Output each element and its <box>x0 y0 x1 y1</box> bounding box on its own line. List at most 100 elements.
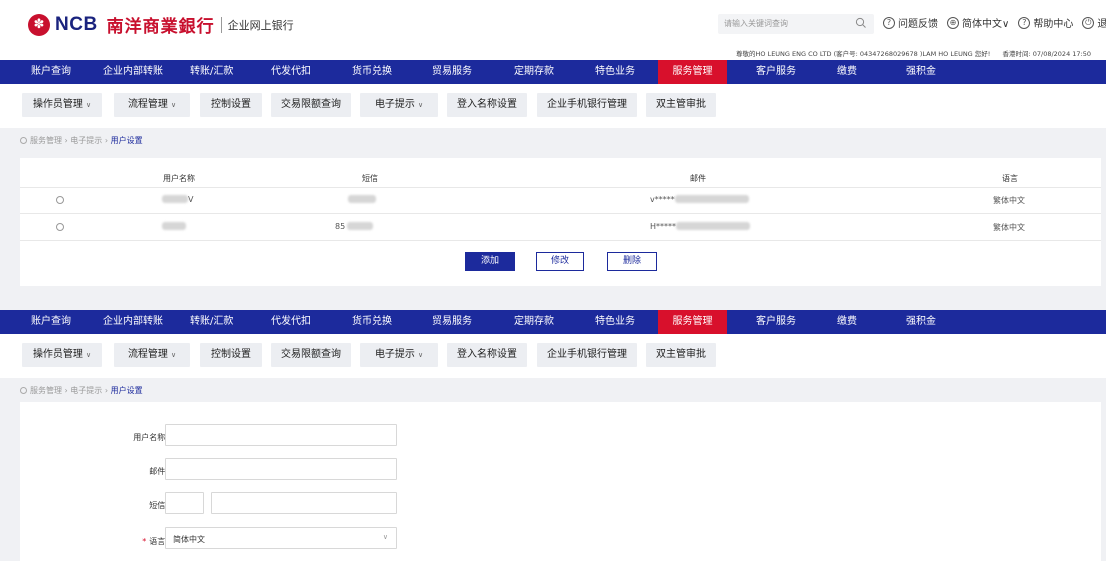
language-selected-value: 简体中文 <box>173 535 205 544</box>
col-header-language: 语言 <box>1002 174 1018 183</box>
subnav-limit-inquiry[interactable]: 交易限额查询 <box>271 343 351 367</box>
edit-button[interactable]: 修改 <box>536 252 584 271</box>
add-button[interactable]: 添加 <box>465 252 515 271</box>
nav-payment[interactable]: 缴费 <box>837 60 857 84</box>
breadcrumb: 服务管理 › 电子提示 › 用户设置 <box>20 135 143 146</box>
nav-account-inquiry[interactable]: 账户查询 <box>31 310 71 334</box>
nav-internal-transfer[interactable]: 企业内部转账 <box>103 310 163 334</box>
help-link[interactable]: ? 帮助中心 <box>1018 15 1073 30</box>
nav-fixed-deposit[interactable]: 定期存款 <box>514 60 554 84</box>
crumb-sep: › <box>64 386 68 395</box>
chevron-down-icon: ∨ <box>170 351 177 359</box>
user-table-panel: 用户名称 短信 邮件 语言 V v***** 繁体中文 85 H***** 繁体… <box>20 158 1101 286</box>
subnav-login-name[interactable]: 登入名称设置 <box>447 93 527 117</box>
cell-username <box>162 222 186 231</box>
crumb-alert[interactable]: 电子提示 <box>70 136 102 145</box>
logo-ncb-text: NCB <box>55 13 98 35</box>
sms-area-code-field[interactable] <box>165 492 204 514</box>
required-mark: * <box>142 537 147 546</box>
nav-payroll[interactable]: 代发代扣 <box>271 310 311 334</box>
cell-username: V <box>162 195 193 204</box>
search-icon[interactable] <box>855 17 867 29</box>
cell-username-text: V <box>188 195 194 204</box>
nav-mpf[interactable]: 强积金 <box>906 60 936 84</box>
subnav-label: 操作员管理 <box>32 349 83 360</box>
crumb-alert[interactable]: 电子提示 <box>70 386 102 395</box>
crumb-service[interactable]: 服务管理 <box>30 386 62 395</box>
crumb-service[interactable]: 服务管理 <box>30 136 62 145</box>
subnav-control-settings[interactable]: 控制设置 <box>200 93 262 117</box>
subnav-dual-approval[interactable]: 双主管审批 <box>646 343 716 367</box>
top-header: ✽ NCB 南洋商業銀行 企业网上银行 请输入关键词查询 ? 问题反馈 ⊕ 简体… <box>0 0 1106 60</box>
nav-fixed-deposit[interactable]: 定期存款 <box>514 310 554 334</box>
cell-language: 繁体中文 <box>993 223 1025 232</box>
nav-service-mgmt[interactable]: 服务管理 <box>658 310 727 334</box>
subnav-mobile-banking[interactable]: 企业手机银行管理 <box>537 343 637 367</box>
nav-payroll[interactable]: 代发代扣 <box>271 60 311 84</box>
crumb-current: 用户设置 <box>110 136 143 145</box>
chevron-down-icon: ∨ <box>85 101 92 109</box>
nav-service-mgmt[interactable]: 服务管理 <box>658 60 727 84</box>
subnav-operator-mgmt[interactable]: 操作员管理 ∨ <box>22 93 102 117</box>
subnav-e-alert[interactable]: 电子提示 ∨ <box>360 343 438 367</box>
nav-payment[interactable]: 缴费 <box>837 310 857 334</box>
cell-sms: 85 <box>335 222 374 231</box>
nav-transfer-remit[interactable]: 转账/汇款 <box>190 310 233 334</box>
col-header-sms: 短信 <box>362 174 378 183</box>
nav-fx[interactable]: 货币兑换 <box>352 310 392 334</box>
username-field[interactable] <box>165 424 397 446</box>
nav-fx[interactable]: 货币兑换 <box>352 60 392 84</box>
chevron-down-icon: ∨ <box>417 101 424 109</box>
subnav-label: 流程管理 <box>127 99 168 110</box>
language-select[interactable]: 简体中文 ∨ <box>165 527 397 549</box>
chevron-down-icon: ∨ <box>170 101 177 109</box>
row-radio[interactable] <box>56 196 64 204</box>
subnav-limit-inquiry[interactable]: 交易限额查询 <box>271 93 351 117</box>
nav-trade[interactable]: 贸易服务 <box>432 310 472 334</box>
sub-nav: 操作员管理 ∨ 流程管理 ∨ 控制设置 交易限额查询 电子提示 ∨ 登入名称设置 企业… <box>0 84 1106 128</box>
bank-logo[interactable]: ✽ NCB 南洋商業銀行 企业网上银行 <box>28 12 294 37</box>
nav-customer-service[interactable]: 客户服务 <box>756 60 796 84</box>
masked-text <box>347 222 374 230</box>
sms-number-field[interactable] <box>211 492 397 514</box>
nav-mpf[interactable]: 强积金 <box>906 310 936 334</box>
col-header-username: 用户名称 <box>163 174 195 183</box>
nav-customer-service[interactable]: 客户服务 <box>756 310 796 334</box>
location-icon <box>20 387 27 394</box>
location-icon <box>20 137 27 144</box>
subnav-mobile-banking[interactable]: 企业手机银行管理 <box>537 93 637 117</box>
language-switch[interactable]: ⊕ 简体中文∨ <box>947 15 1009 30</box>
row-radio[interactable] <box>56 223 64 231</box>
search-input[interactable]: 请输入关键词查询 <box>724 18 788 29</box>
nav-special[interactable]: 特色业务 <box>595 60 635 84</box>
search-box[interactable]: 请输入关键词查询 <box>718 14 874 34</box>
nav-internal-transfer[interactable]: 企业内部转账 <box>103 60 163 84</box>
feedback-link[interactable]: ? 问题反馈 <box>883 15 938 30</box>
nav-special[interactable]: 特色业务 <box>595 310 635 334</box>
email-field[interactable] <box>165 458 397 480</box>
subnav-control-settings[interactable]: 控制设置 <box>200 343 262 367</box>
subnav-label: 操作员管理 <box>32 99 83 110</box>
help-label: 帮助中心 <box>1033 19 1074 30</box>
nav-account-inquiry[interactable]: 账户查询 <box>31 60 71 84</box>
label-username: 用户名称: <box>133 433 168 442</box>
logout-link[interactable]: ⏻ 退出 <box>1082 15 1106 30</box>
nav-transfer-remit[interactable]: 转账/汇款 <box>190 60 233 84</box>
cell-sms-text: 85 <box>335 222 346 231</box>
subnav-process-mgmt[interactable]: 流程管理 ∨ <box>114 93 190 117</box>
subnav-process-mgmt[interactable]: 流程管理 ∨ <box>114 343 190 367</box>
subnav-login-name[interactable]: 登入名称设置 <box>447 343 527 367</box>
subnav-e-alert[interactable]: 电子提示 ∨ <box>360 93 438 117</box>
subnav-operator-mgmt[interactable]: 操作员管理 ∨ <box>22 343 102 367</box>
ncb-logo-icon: ✽ <box>28 13 50 36</box>
label-email: 邮件: <box>149 467 168 476</box>
sub-nav: 操作员管理 ∨ 流程管理 ∨ 控制设置 交易限额查询 电子提示 ∨ 登入名称设置 企业… <box>0 334 1106 378</box>
masked-text <box>676 222 751 230</box>
nav-trade[interactable]: 贸易服务 <box>432 60 472 84</box>
delete-button[interactable]: 删除 <box>607 252 657 271</box>
subnav-dual-approval[interactable]: 双主管审批 <box>646 93 716 117</box>
label-language: * 语言: <box>108 536 168 547</box>
crumb-sep: › <box>104 386 109 395</box>
greeting-text: 尊敬的HO LEUNG ENG CO LTD (客户号: 04347268029… <box>736 50 991 58</box>
main-nav: 账户查询 企业内部转账 转账/汇款 代发代扣 货币兑换 贸易服务 定期存款 特色… <box>0 310 1106 334</box>
